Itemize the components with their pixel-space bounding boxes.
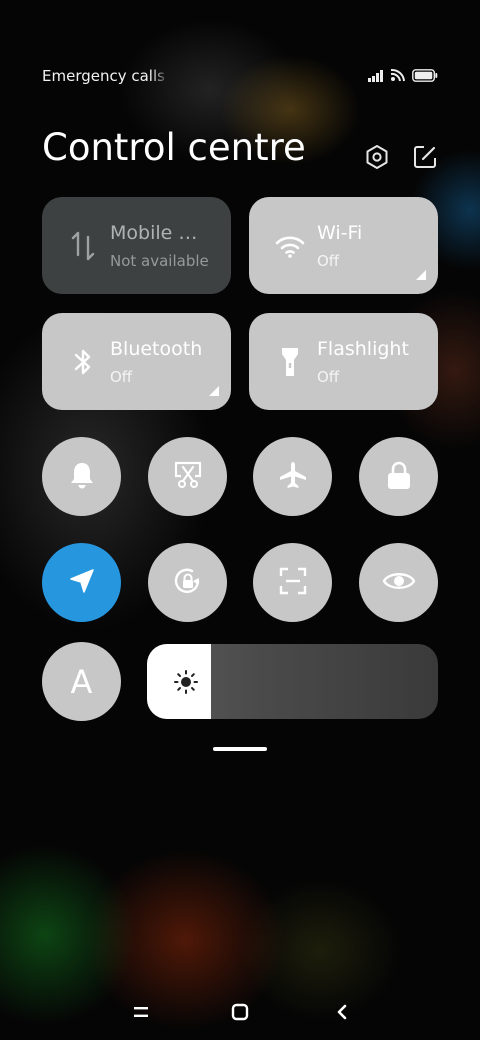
rotation-lock-icon — [172, 565, 204, 601]
location-toggle[interactable] — [42, 543, 121, 622]
airplane-mode-toggle[interactable] — [253, 437, 332, 516]
status-icons — [368, 67, 438, 86]
back-icon[interactable] — [325, 995, 359, 1029]
auto-brightness-toggle[interactable]: A — [42, 642, 121, 721]
auto-rotate-toggle[interactable] — [148, 543, 227, 622]
home-icon[interactable] — [223, 995, 257, 1029]
scan-icon — [278, 566, 308, 600]
wifi-calling-icon — [390, 67, 406, 86]
bluetooth-tile[interactable]: Bluetooth Off — [42, 313, 231, 410]
menu-icon[interactable] — [124, 995, 158, 1029]
bluetooth-icon — [68, 347, 98, 377]
wifi-expand-icon[interactable] — [416, 270, 426, 280]
sun-icon — [173, 669, 199, 695]
auto-brightness-icon: A — [70, 662, 93, 701]
mobile-data-tile[interactable]: Mobile data Not available — [42, 197, 231, 294]
settings-icon[interactable] — [364, 144, 390, 170]
scanner-toggle[interactable] — [253, 543, 332, 622]
wifi-status: Off — [317, 252, 340, 270]
page-title: Control centre — [42, 126, 306, 169]
bell-icon — [68, 460, 96, 494]
header-actions — [364, 144, 438, 170]
wifi-tile[interactable]: Wi-Fi Off — [249, 197, 438, 294]
mobile-data-status: Not available — [110, 252, 209, 270]
eye-icon — [382, 569, 416, 597]
bluetooth-expand-icon[interactable] — [209, 386, 219, 396]
brightness-slider[interactable] — [147, 644, 438, 719]
airplane-icon — [278, 460, 308, 494]
bluetooth-label: Bluetooth — [110, 338, 203, 360]
wifi-label: Wi-Fi — [317, 222, 363, 244]
flashlight-tile[interactable]: Flashlight Off — [249, 313, 438, 410]
screenshot-icon — [173, 460, 203, 494]
lock-screen-toggle[interactable] — [359, 437, 438, 516]
edit-icon[interactable] — [412, 144, 438, 170]
mobile-data-icon — [68, 231, 98, 261]
bluetooth-status: Off — [110, 368, 133, 386]
navigation-bar — [0, 995, 480, 1029]
status-text: Emergency calls only — [42, 67, 170, 85]
lock-icon — [386, 460, 412, 494]
drawer-handle[interactable] — [213, 747, 267, 751]
status-bar: Emergency calls only — [42, 62, 438, 90]
signal-icon — [368, 67, 384, 86]
battery-icon — [412, 67, 438, 86]
flashlight-icon — [275, 347, 305, 377]
flashlight-status: Off — [317, 368, 340, 386]
mute-toggle[interactable] — [42, 437, 121, 516]
wifi-icon — [275, 231, 305, 261]
mobile-data-label: Mobile data — [110, 222, 208, 244]
reading-mode-toggle[interactable] — [359, 543, 438, 622]
location-arrow-icon — [68, 567, 96, 599]
flashlight-label: Flashlight — [317, 338, 409, 360]
screenshot-toggle[interactable] — [148, 437, 227, 516]
